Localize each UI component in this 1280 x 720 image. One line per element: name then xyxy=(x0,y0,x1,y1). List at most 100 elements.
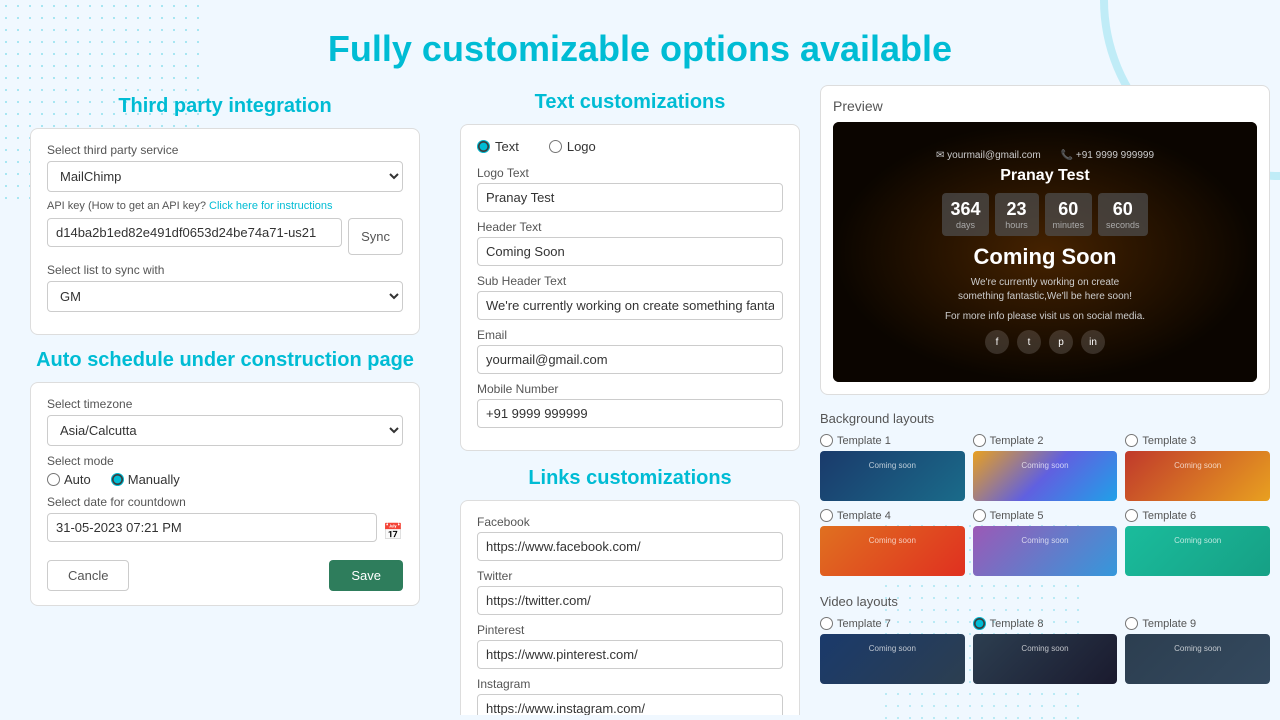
instagram-field: Instagram xyxy=(477,677,783,715)
template-6-radio[interactable] xyxy=(1125,509,1138,522)
logo-text-input[interactable] xyxy=(477,183,783,212)
template-9-thumb[interactable]: Coming soon xyxy=(1125,634,1270,684)
template-3-thumb[interactable]: Coming soon xyxy=(1125,451,1270,501)
minutes-num: 60 xyxy=(1053,199,1085,220)
background-layouts-title: Background layouts xyxy=(820,411,1270,426)
template-3-radio[interactable] xyxy=(1125,434,1138,447)
sub-header-field: Sub Header Text xyxy=(477,274,783,320)
template-item-9: Template 9 Coming soon xyxy=(1125,617,1270,684)
facebook-label: Facebook xyxy=(477,515,783,529)
template-item-4: Template 4 Coming soon xyxy=(820,509,965,576)
template-2-radio[interactable] xyxy=(973,434,986,447)
manually-mode-label[interactable]: Manually xyxy=(111,472,180,487)
video-layouts-title: Video layouts xyxy=(820,594,1270,609)
header-text-input[interactable] xyxy=(477,237,783,266)
template-6-radio-row: Template 6 xyxy=(1125,509,1270,522)
api-instructions-link[interactable]: Click here for instructions xyxy=(209,200,333,212)
template-5-thumb[interactable]: Coming soon xyxy=(973,526,1118,576)
middle-panel: Text customizations Text Logo Logo Text … xyxy=(450,85,810,715)
left-panel: Third party integration Select third par… xyxy=(0,85,450,720)
manually-radio[interactable] xyxy=(111,473,124,486)
links-cust-title: Links customizations xyxy=(460,467,800,490)
twitter-icon: t xyxy=(1017,330,1041,354)
list-select[interactable]: GM xyxy=(47,281,403,312)
preview-topbar: ✉ yourmail@gmail.com 📞 +91 9999 999999 xyxy=(843,150,1247,161)
template-1-radio-row: Template 1 xyxy=(820,434,965,447)
twitter-input[interactable] xyxy=(477,586,783,615)
api-key-input[interactable] xyxy=(47,218,342,247)
facebook-input[interactable] xyxy=(477,532,783,561)
preview-content: ✉ yourmail@gmail.com 📞 +91 9999 999999 P… xyxy=(833,140,1257,364)
api-row: Sync xyxy=(47,218,403,255)
background-template-grid: Template 1 Coming soon Template 2 Coming… xyxy=(820,434,1270,576)
twitter-label: Twitter xyxy=(477,569,783,583)
template-7-thumb[interactable]: Coming soon xyxy=(820,634,965,684)
api-link-row: API key (How to get an API key? Click he… xyxy=(47,200,403,212)
auto-radio[interactable] xyxy=(47,473,60,486)
days-label: days xyxy=(950,220,980,230)
template-6-thumb[interactable]: Coming soon xyxy=(1125,526,1270,576)
date-input[interactable] xyxy=(47,513,377,542)
mobile-field: Mobile Number xyxy=(477,382,783,428)
right-panel: Preview ✉ yourmail@gmail.com 📞 +91 9999 … xyxy=(810,85,1280,715)
mobile-input[interactable] xyxy=(477,399,783,428)
template-3-label: Template 3 xyxy=(1142,435,1196,447)
pinterest-field: Pinterest xyxy=(477,623,783,669)
pinterest-icon: p xyxy=(1049,330,1073,354)
text-radio[interactable] xyxy=(477,140,490,153)
template-1-thumb[interactable]: Coming soon xyxy=(820,451,965,501)
template-item-5: Template 5 Coming soon xyxy=(973,509,1118,576)
auto-schedule-title: Auto schedule under construction page xyxy=(30,349,420,372)
template-5-radio[interactable] xyxy=(973,509,986,522)
template-8-radio[interactable] xyxy=(973,617,986,630)
text-radio-label[interactable]: Text xyxy=(477,139,519,154)
template-9-radio[interactable] xyxy=(1125,617,1138,630)
preview-name: Pranay Test xyxy=(843,167,1247,185)
logo-radio[interactable] xyxy=(549,140,562,153)
template-2-thumb[interactable]: Coming soon xyxy=(973,451,1118,501)
instagram-icon: in xyxy=(1081,330,1105,354)
video-template-grid: Template 7 Coming soon Template 8 Coming… xyxy=(820,617,1270,684)
template-9-label: Template 9 xyxy=(1142,618,1196,630)
mobile-label: Mobile Number xyxy=(477,382,783,396)
seconds-box: 60 seconds xyxy=(1098,193,1148,236)
email-field: Email xyxy=(477,328,783,374)
sync-button[interactable]: Sync xyxy=(348,218,403,255)
save-button[interactable]: Save xyxy=(329,560,403,591)
facebook-field: Facebook xyxy=(477,515,783,561)
logo-text-label: Logo Text xyxy=(477,166,783,180)
template-2-radio-row: Template 2 xyxy=(973,434,1118,447)
date-row: 📅 xyxy=(47,513,403,550)
pinterest-label: Pinterest xyxy=(477,623,783,637)
days-box: 364 days xyxy=(942,193,988,236)
service-select[interactable]: MailChimp Constant Contact GetResponse xyxy=(47,161,403,192)
template-8-label: Template 8 xyxy=(990,618,1044,630)
main-layout: Third party integration Select third par… xyxy=(0,85,1280,720)
email-input[interactable] xyxy=(477,345,783,374)
links-cust-card: Facebook Twitter Pinterest Instagram xyxy=(460,500,800,715)
template-1-label: Template 1 xyxy=(837,435,891,447)
template-7-radio[interactable] xyxy=(820,617,833,630)
instagram-input[interactable] xyxy=(477,694,783,715)
hours-box: 23 hours xyxy=(995,193,1039,236)
sub-header-input[interactable] xyxy=(477,291,783,320)
logo-radio-label[interactable]: Logo xyxy=(549,139,596,154)
template-7-radio-row: Template 7 xyxy=(820,617,965,630)
preview-phone-icon: 📞 +91 9999 999999 xyxy=(1061,150,1154,161)
mode-radio-group: Auto Manually xyxy=(47,472,403,487)
date-label: Select date for countdown xyxy=(47,495,403,509)
template-4-radio[interactable] xyxy=(820,509,833,522)
preview-container: Preview ✉ yourmail@gmail.com 📞 +91 9999 … xyxy=(820,85,1270,395)
template-8-thumb[interactable]: Coming soon xyxy=(973,634,1118,684)
template-1-radio[interactable] xyxy=(820,434,833,447)
pinterest-input[interactable] xyxy=(477,640,783,669)
template-4-thumb[interactable]: Coming soon xyxy=(820,526,965,576)
preview-label: Preview xyxy=(833,98,1257,114)
cancel-button[interactable]: Cancle xyxy=(47,560,129,591)
social-icons: f t p in xyxy=(843,330,1247,354)
template-item-7: Template 7 Coming soon xyxy=(820,617,965,684)
auto-mode-label[interactable]: Auto xyxy=(47,472,91,487)
timezone-select[interactable]: Asia/Calcutta xyxy=(47,415,403,446)
template-4-radio-row: Template 4 xyxy=(820,509,965,522)
third-party-title: Third party integration xyxy=(30,95,420,118)
